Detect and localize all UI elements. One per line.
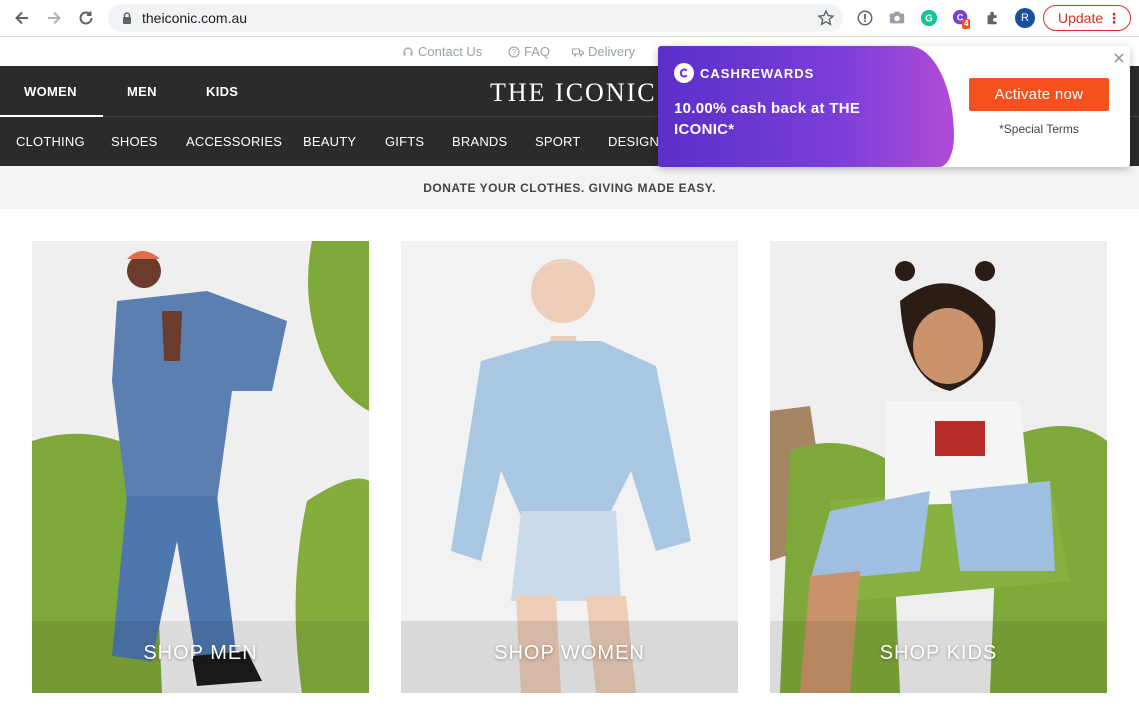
nav-gifts[interactable]: GIFTS	[385, 134, 424, 149]
reload-icon	[79, 11, 93, 25]
women-model-photo	[401, 241, 738, 693]
headset-icon	[403, 46, 413, 55]
url-text: theiconic.com.au	[142, 10, 248, 26]
truck-icon	[572, 48, 584, 56]
cashrewards-offer-panel: CASHREWARDS 10.00% cash back at THE ICON…	[658, 46, 954, 167]
cashrewards-brand: CASHREWARDS	[700, 65, 815, 81]
cashrewards-extension-icon[interactable]: C 4	[951, 8, 971, 29]
menu-dots-icon: ⋮	[1107, 10, 1121, 26]
grammarly-icon[interactable]: G	[919, 8, 939, 28]
activate-now-button[interactable]: Activate now	[969, 78, 1109, 111]
site-logo[interactable]: THE ICONIC	[490, 78, 657, 108]
faq-link[interactable]: ? FAQ	[508, 44, 550, 59]
shop-women-tile[interactable]: SHOP WOMEN	[401, 241, 738, 693]
tab-women[interactable]: WOMEN	[24, 84, 77, 99]
cashrewards-popup: CASHREWARDS 10.00% cash back at THE ICON…	[658, 46, 1130, 167]
contact-link[interactable]: Contact Us	[402, 44, 482, 59]
delivery-link[interactable]: Delivery	[572, 44, 635, 59]
reload-button[interactable]	[74, 7, 98, 29]
forward-arrow-icon	[48, 11, 61, 25]
back-button[interactable]	[10, 7, 34, 29]
svg-text:G: G	[925, 14, 933, 25]
promo-banner-text: DONATE YOUR CLOTHES. GIVING MADE EASY.	[423, 180, 716, 195]
info-extension-icon[interactable]	[855, 8, 875, 28]
special-terms-link[interactable]: *Special Terms	[969, 122, 1109, 136]
active-tab-indicator	[0, 115, 103, 117]
shop-kids-tile[interactable]: SHOP KIDS	[770, 241, 1107, 693]
camera-extension-icon[interactable]	[887, 8, 907, 28]
bookmark-star-icon[interactable]	[817, 9, 835, 27]
cashback-offer-text: 10.00% cash back at THE ICONIC*	[674, 100, 861, 138]
cashrewards-logo-icon	[674, 63, 694, 83]
nav-clothing[interactable]: CLOTHING	[16, 134, 85, 149]
lock-icon	[123, 12, 131, 24]
cashrewards-logo: CASHREWARDS	[674, 63, 814, 83]
question-circle-icon: ?	[508, 45, 520, 58]
back-arrow-icon	[15, 11, 28, 25]
shop-women-label: SHOP WOMEN	[494, 642, 645, 664]
puzzle-extensions-icon[interactable]	[983, 8, 1003, 28]
svg-text:?: ?	[512, 48, 517, 57]
men-model-photo	[32, 241, 369, 693]
nav-beauty[interactable]: BEAUTY	[303, 134, 356, 149]
update-button[interactable]: Update ⋮	[1043, 5, 1131, 31]
shop-men-tile[interactable]: SHOP MEN	[32, 241, 369, 693]
extension-badge: 4	[962, 19, 971, 29]
nav-accessories[interactable]: ACCESSORIES	[186, 134, 282, 149]
shop-men-label: SHOP MEN	[143, 642, 258, 664]
forward-button[interactable]	[42, 7, 66, 29]
profile-avatar[interactable]: R	[1015, 8, 1035, 28]
nav-sport[interactable]: SPORT	[535, 134, 581, 149]
kids-model-photo	[770, 241, 1107, 693]
promo-banner[interactable]: DONATE YOUR CLOTHES. GIVING MADE EASY.	[0, 166, 1139, 209]
nav-shoes[interactable]: SHOES	[111, 134, 158, 149]
browser-toolbar: theiconic.com.au G C 4 R Update ⋮	[0, 0, 1139, 37]
address-bar[interactable]: theiconic.com.au	[108, 4, 843, 32]
nav-brands[interactable]: BRANDS	[452, 134, 507, 149]
tab-men[interactable]: MEN	[127, 84, 157, 99]
shop-kids-label: SHOP KIDS	[879, 642, 998, 664]
tab-kids[interactable]: KIDS	[206, 84, 238, 99]
close-icon[interactable]	[1112, 51, 1126, 65]
